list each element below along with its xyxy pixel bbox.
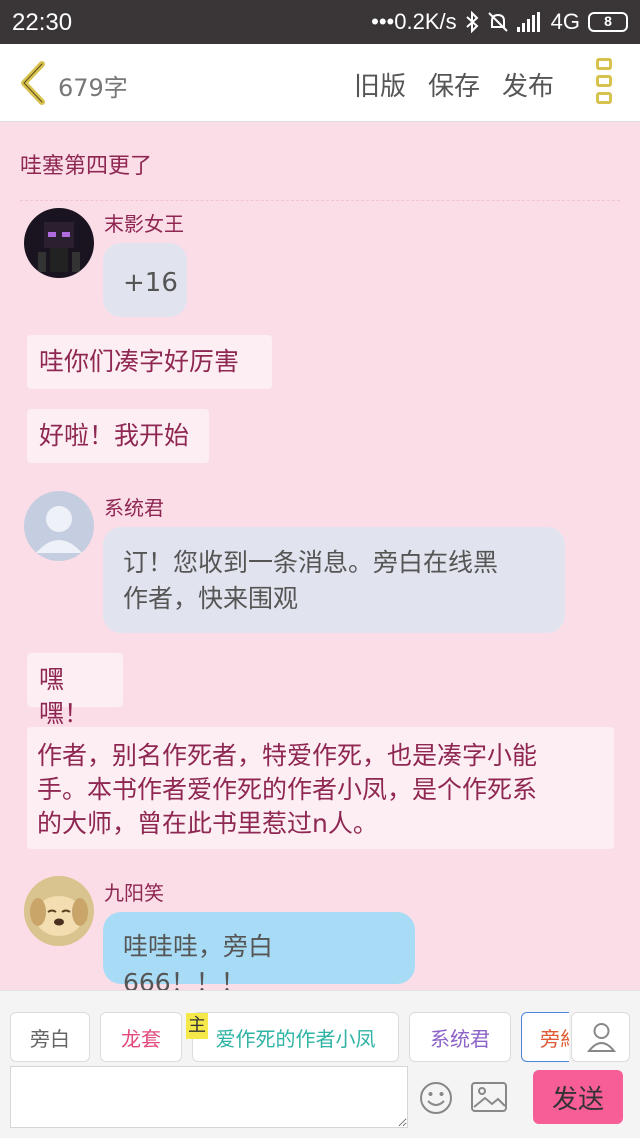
- battery-icon: 8: [588, 12, 628, 32]
- more-menu-icon[interactable]: [594, 58, 614, 110]
- title-bar: 679字 旧版 保存 发布: [0, 44, 640, 122]
- status-icons: •••0.2K/s 4G 8: [371, 9, 628, 35]
- back-icon[interactable]: [14, 60, 54, 106]
- image-icon[interactable]: [470, 1080, 508, 1114]
- bubble-line: 订！您收到一条消息。旁白在线黑: [123, 548, 499, 577]
- main-role-badge: 主: [186, 1013, 208, 1039]
- bubble-line: 作者，快来围观: [123, 584, 299, 613]
- emoji-icon[interactable]: [418, 1080, 454, 1116]
- status-bar: 22:30 •••0.2K/s 4G 8: [0, 0, 640, 44]
- word-count: 679字: [58, 74, 128, 102]
- chat-bubble[interactable]: 订！您收到一条消息。旁白在线黑 作者，快来围观: [103, 527, 565, 633]
- person-icon: [586, 1023, 617, 1052]
- enderman-avatar-icon: [38, 222, 80, 272]
- network-type: 4G: [550, 9, 580, 34]
- narration-text[interactable]: 作者，别名作死者，特爱作死，也是凑字小能 手。本书作者爱作死的作者小凤，是个作死…: [27, 727, 614, 849]
- mute-bell-icon: [487, 12, 508, 32]
- speaker-name: 九阳笑: [104, 881, 164, 905]
- narration-line: 手。本书作者爱作死的作者小凤，是个作死系: [37, 775, 538, 804]
- publish-button[interactable]: 发布: [502, 66, 554, 103]
- chapter-title[interactable]: 哇塞第四更了: [20, 148, 152, 180]
- narration-text[interactable]: 嘿嘿！: [27, 653, 123, 728]
- narration-text[interactable]: 哇你们凑字好厉害: [27, 335, 272, 389]
- message-input[interactable]: [10, 1066, 408, 1128]
- role-tab-narrator[interactable]: 旁白: [10, 1012, 90, 1062]
- divider: [20, 200, 620, 201]
- role-tab-longtao[interactable]: 龙套: [100, 1012, 182, 1062]
- narration-line: 的大师，曾在此书里惹过n人。: [37, 809, 378, 838]
- status-time: 22:30: [12, 9, 73, 36]
- avatar-moying[interactable]: [24, 208, 94, 278]
- add-role-button[interactable]: [571, 1012, 630, 1062]
- send-button[interactable]: 发送: [533, 1070, 623, 1124]
- puppy-avatar-icon: [24, 876, 94, 946]
- chat-bubble[interactable]: 哇哇哇，旁白666！！！: [103, 912, 415, 997]
- network-speed: •••0.2K/s: [371, 9, 457, 34]
- narration-text[interactable]: 好啦！我开始: [27, 409, 209, 463]
- default-user-icon: [36, 506, 82, 553]
- avatar-jiuyangxiao[interactable]: [24, 876, 94, 946]
- narration-line: 作者，别名作死者，特爱作死，也是凑字小能: [37, 741, 538, 770]
- avatar-xitongjun[interactable]: [24, 491, 94, 561]
- old-version-button[interactable]: 旧版: [354, 66, 406, 103]
- role-tab-author[interactable]: 爱作死的作者小凤: [192, 1012, 399, 1062]
- chat-bubble[interactable]: +16: [103, 243, 187, 317]
- speaker-name: 系统君: [104, 496, 164, 520]
- role-tab-xitongjun[interactable]: 系统君: [409, 1012, 511, 1062]
- speaker-name: 末影女王: [104, 212, 184, 236]
- signal-icon: [516, 12, 540, 32]
- bluetooth-icon: [465, 11, 479, 33]
- role-tab-partial[interactable]: 旁糾: [521, 1012, 569, 1062]
- save-button[interactable]: 保存: [428, 66, 480, 103]
